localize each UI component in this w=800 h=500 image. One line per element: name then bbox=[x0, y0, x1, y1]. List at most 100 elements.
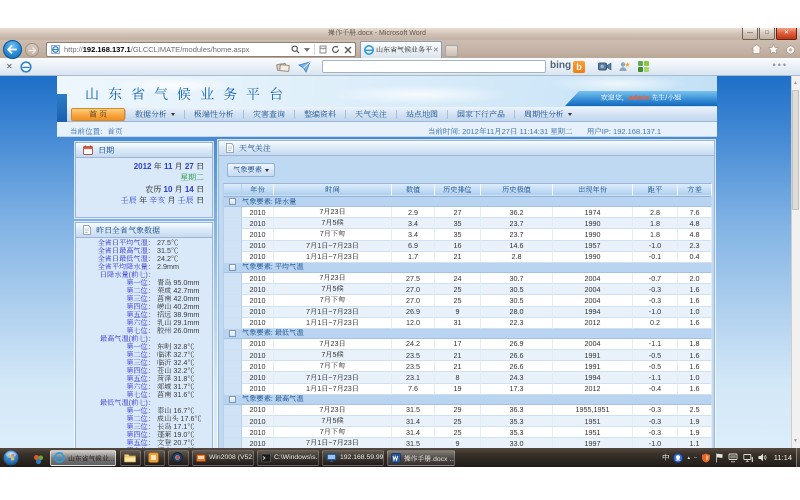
table-cell: 1951 bbox=[553, 427, 633, 438]
refresh-icon[interactable] bbox=[331, 45, 340, 54]
scrollbar-down-icon[interactable]: ▼ bbox=[792, 435, 799, 447]
table-cell: 31.5 bbox=[392, 405, 435, 416]
table-row: 20107月1日~7月23日31.5933.01997-1.01.1 bbox=[224, 438, 711, 448]
table-group-row[interactable]: 气象要素: 平均气温 bbox=[224, 263, 711, 273]
tab-close-icon[interactable]: ✕ bbox=[433, 46, 439, 54]
taskbar-button-7[interactable]: 操作手册.docx ... bbox=[387, 450, 455, 466]
toolbar-presence-icon[interactable] bbox=[20, 61, 32, 73]
table-cell: 1.6 bbox=[678, 318, 712, 329]
tray-vol-icon[interactable] bbox=[758, 453, 767, 462]
calendar-line-3: 壬辰 年 辛亥 月 壬辰 日 bbox=[76, 195, 204, 206]
tray-messenger-icon[interactable] bbox=[673, 453, 683, 463]
collapse-icon[interactable] bbox=[229, 396, 236, 403]
minimize-button[interactable]: — bbox=[742, 28, 758, 40]
table-row-expander bbox=[224, 229, 242, 240]
taskbar-pinned-icon[interactable] bbox=[33, 452, 44, 470]
table-cell: 23.1 bbox=[392, 372, 435, 383]
taskbar-button-3[interactable] bbox=[168, 450, 189, 466]
weather-focus-panel: 天气关注 气象要素 年份时间数值历史排位历史极值出现年份距平方差气象要素: 降水… bbox=[218, 140, 715, 448]
taskbar-button-6[interactable]: 192.168.59.99... bbox=[322, 450, 384, 466]
scrollbar-up-icon[interactable]: ▲ bbox=[792, 77, 799, 89]
forward-button[interactable] bbox=[25, 43, 39, 57]
calendar-text: 14 bbox=[185, 185, 194, 194]
start-button[interactable] bbox=[3, 450, 18, 465]
taskbar-button-label: 192.168.59.99... bbox=[340, 454, 384, 461]
tools-gear-icon[interactable] bbox=[785, 44, 796, 55]
search-dropdown-icon[interactable] bbox=[304, 48, 310, 52]
show-desktop-button[interactable] bbox=[796, 448, 800, 467]
ime-indicator[interactable]: 中 bbox=[662, 452, 670, 463]
table-cell: 2004 bbox=[553, 295, 633, 306]
calendar-panel-body: 2012 年 11 月 27 日星期二农历 10 月 14 日壬辰 年 辛亥 月… bbox=[76, 158, 212, 207]
nav-item-6[interactable]: 站点地图 bbox=[397, 109, 447, 120]
tray-net2-icon[interactable] bbox=[728, 453, 739, 463]
stop-icon[interactable] bbox=[344, 46, 352, 54]
taskbar-button-2[interactable] bbox=[144, 450, 165, 466]
taskbar-button-4[interactable]: Win2008 (V52... bbox=[192, 450, 254, 466]
nav-item-7[interactable]: 国家下行产品 bbox=[448, 109, 514, 120]
bing-b-icon[interactable]: b bbox=[573, 61, 585, 73]
collapse-icon[interactable] bbox=[229, 264, 236, 271]
browser-tab[interactable]: 山东省气候业务平... ✕ bbox=[360, 41, 442, 58]
maximize-button[interactable]: □ bbox=[759, 28, 775, 40]
banner-corner-decoration bbox=[57, 94, 67, 122]
compatibility-view-icon[interactable] bbox=[319, 45, 327, 54]
calendar-text: 壬辰 bbox=[178, 196, 194, 205]
table-cell: 31.5 bbox=[392, 438, 435, 448]
toolbar-rewards-icon[interactable] bbox=[276, 61, 290, 73]
address-bar[interactable]: http://192.168.137.1/GLCCLIMATE/modules/… bbox=[46, 42, 356, 57]
calendar-text: 日 bbox=[194, 185, 204, 194]
tray-flag-icon[interactable] bbox=[715, 453, 724, 463]
element-filter-button[interactable]: 气象要素 bbox=[227, 163, 275, 177]
tray-expand-icon[interactable]: ▴ bbox=[687, 455, 690, 461]
home-icon[interactable] bbox=[751, 44, 762, 54]
nav-item-1[interactable]: 数据分析 bbox=[126, 109, 184, 120]
table-cell: 2.3 bbox=[678, 241, 712, 252]
taskbar-button-0[interactable]: 山东省气候业... bbox=[50, 450, 116, 466]
toolbar-mail-icon[interactable] bbox=[298, 61, 312, 73]
table-cell: 1991 bbox=[553, 350, 633, 361]
taskbar-clock[interactable]: 11:14 bbox=[774, 453, 792, 462]
table-cell: 1955,1951 bbox=[553, 405, 633, 416]
calendar-text: 年 bbox=[151, 162, 163, 171]
table-cell: 31 bbox=[435, 318, 481, 329]
favorites-star-icon[interactable] bbox=[768, 44, 779, 54]
toolbar-search-input[interactable] bbox=[322, 60, 546, 73]
toolbar-apps-icon[interactable] bbox=[637, 60, 650, 73]
collapse-icon[interactable] bbox=[229, 330, 236, 337]
back-button[interactable] bbox=[3, 40, 22, 59]
toolbar-video-icon[interactable] bbox=[598, 61, 612, 72]
taskbar-button-1[interactable] bbox=[120, 450, 141, 466]
close-button[interactable]: ✕ bbox=[776, 28, 797, 40]
table-group-row[interactable]: 气象要素: 最高气温 bbox=[224, 395, 711, 405]
table-cell: 3.4 bbox=[392, 229, 435, 240]
nav-item-8[interactable]: 周期性分析 bbox=[515, 109, 581, 120]
nav-item-4[interactable]: 整编资料 bbox=[295, 109, 345, 120]
table-cell: 27 bbox=[435, 207, 481, 218]
table-cell: 31.4 bbox=[392, 427, 435, 438]
collapse-icon[interactable] bbox=[229, 198, 236, 205]
calendar-text: 2012 bbox=[134, 162, 152, 171]
nav-item-3[interactable]: 灾害查询 bbox=[244, 109, 294, 120]
toolbar-overflow-icon[interactable]: ••• bbox=[773, 60, 788, 70]
nav-item-home[interactable]: 首 页 bbox=[71, 108, 125, 121]
table-cell: -0.3 bbox=[633, 405, 678, 416]
toolbar-share-icon[interactable] bbox=[618, 60, 631, 73]
messenger-sphere-icon bbox=[673, 453, 683, 463]
tray-net-icon[interactable] bbox=[743, 453, 754, 463]
table-row: 20107月1日~7月23日26.9928.01994-1.01.0 bbox=[224, 307, 711, 318]
nav-item-5[interactable]: 天气关注 bbox=[346, 109, 396, 120]
toolbar-close-icon[interactable]: ✕ bbox=[6, 62, 13, 71]
table-group-row[interactable]: 气象要素: 最低气温 bbox=[224, 329, 711, 339]
table-group-row[interactable]: 气象要素: 降水量 bbox=[224, 197, 711, 207]
taskbar-button-5[interactable]: C:\Windows\s... bbox=[257, 450, 319, 466]
nav-item-2[interactable]: 极端性分析 bbox=[185, 109, 243, 120]
search-icon[interactable] bbox=[291, 45, 300, 54]
tray-shield-icon[interactable] bbox=[701, 453, 711, 463]
user-ip-label: 用户IP: 192.168.137.1 bbox=[587, 126, 661, 137]
table-row: 20107月5候31.42535.31951-0.31.9 bbox=[224, 416, 711, 427]
filter-dropdown-icon bbox=[265, 169, 269, 172]
new-tab-button[interactable] bbox=[445, 45, 458, 57]
table-cell: 1.7 bbox=[392, 252, 435, 263]
scrollbar-thumb[interactable] bbox=[792, 90, 799, 210]
